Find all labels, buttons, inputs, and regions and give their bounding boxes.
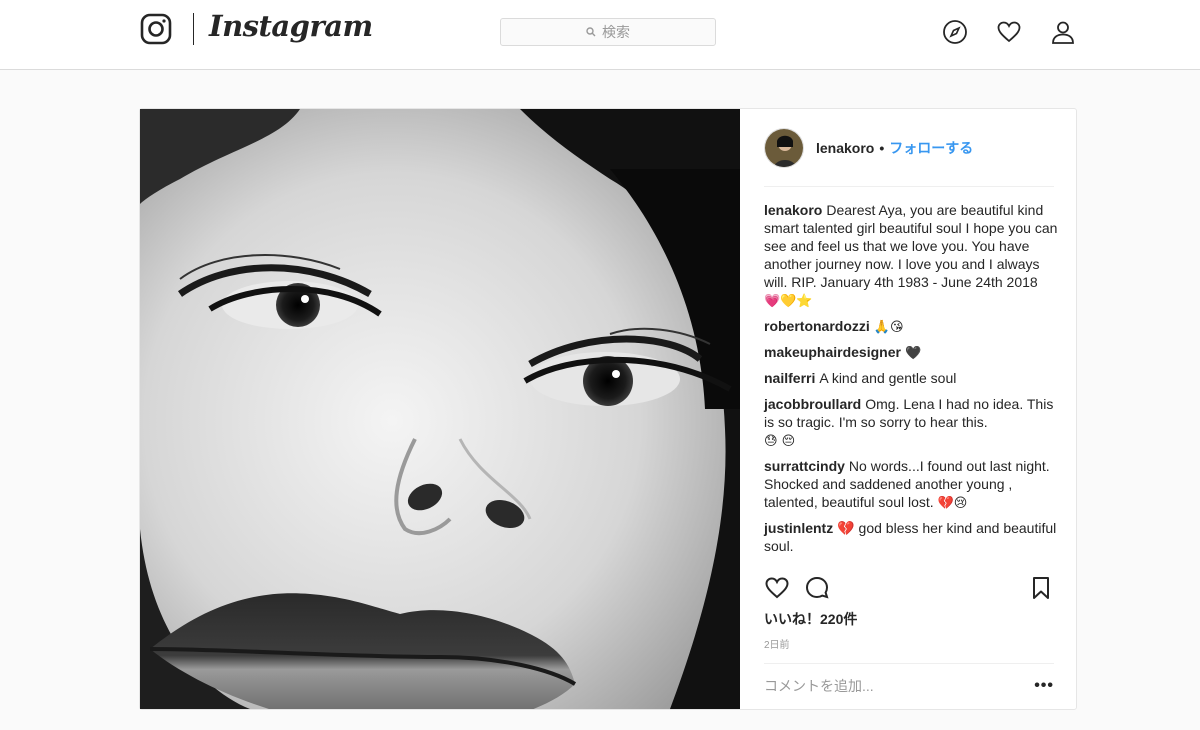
comment-username[interactable]: nailferri bbox=[764, 370, 815, 386]
comment-item: lenakoro Dearest Aya, you are beautiful k… bbox=[764, 201, 1060, 311]
comment-item: robertonardozzi 🙏😘 bbox=[764, 317, 1060, 337]
instagram-wordmark[interactable]: Instagram bbox=[209, 9, 373, 43]
post-timestamp: 2日前 bbox=[764, 640, 790, 651]
comment-username[interactable]: makeuphairdesigner bbox=[764, 344, 901, 360]
add-comment-input[interactable]: コメントを追加... bbox=[764, 676, 874, 696]
post-username[interactable]: lenakoro bbox=[816, 140, 874, 156]
user-icon[interactable] bbox=[1050, 19, 1076, 45]
post-photo[interactable] bbox=[140, 109, 740, 709]
more-options-button[interactable]: ••• bbox=[1034, 677, 1054, 695]
add-comment-bar: コメントを追加... ••• bbox=[764, 663, 1054, 707]
avatar[interactable] bbox=[764, 127, 804, 168]
comment-emoji: 😓 😔 bbox=[764, 434, 796, 449]
comment-item: surrattcindy No words...I found out last … bbox=[764, 457, 1060, 513]
comment-item: justinlentz 💔 god bless her kind and beau… bbox=[764, 519, 1060, 557]
bookmark-icon[interactable] bbox=[1028, 575, 1054, 601]
comment-emoji: 🙏😘 bbox=[873, 320, 904, 335]
comment-username[interactable]: robertonardozzi bbox=[764, 318, 870, 334]
avatar-image bbox=[765, 128, 803, 167]
top-navigation-bar: Instagram 検索 bbox=[0, 0, 1200, 70]
post-header: lenakoro • フォローする bbox=[764, 127, 1054, 187]
search-icon bbox=[586, 27, 596, 37]
comment-username[interactable]: surrattcindy bbox=[764, 458, 845, 474]
compass-icon[interactable] bbox=[942, 19, 968, 45]
follow-button[interactable]: フォローする bbox=[889, 138, 973, 158]
post-sidebar: lenakoro • フォローする lenakoro Dearest Aya, y… bbox=[740, 109, 1076, 709]
search-input[interactable]: 検索 bbox=[500, 18, 716, 46]
comment-text: A kind and gentle soul bbox=[819, 370, 957, 386]
comment-emoji: 💗💛⭐ bbox=[764, 294, 813, 309]
heart-icon[interactable] bbox=[996, 19, 1022, 45]
post-actions bbox=[764, 575, 1054, 603]
portrait-image bbox=[140, 109, 740, 709]
search-placeholder: 検索 bbox=[602, 24, 630, 40]
comment-emoji: 💔😢 bbox=[937, 496, 968, 511]
comment-emoji: 🖤 bbox=[904, 346, 922, 361]
comment-list: lenakoro Dearest Aya, you are beautiful k… bbox=[764, 201, 1060, 563]
comment-bubble-icon[interactable] bbox=[804, 575, 830, 601]
post-card: lenakoro • フォローする lenakoro Dearest Aya, y… bbox=[139, 108, 1077, 710]
comment-item: jacobbroullard Omg. Lena I had no idea. T… bbox=[764, 395, 1060, 451]
separator-dot: • bbox=[879, 139, 885, 156]
logo-divider bbox=[193, 13, 194, 45]
heart-outline-icon[interactable] bbox=[764, 575, 790, 601]
comment-username[interactable]: justinlentz bbox=[764, 520, 833, 536]
comment-item: nailferri A kind and gentle soul bbox=[764, 369, 1060, 389]
likes-count[interactable]: いいね！220件 bbox=[764, 609, 857, 629]
comment-username[interactable]: jacobbroullard bbox=[764, 396, 861, 412]
comment-username[interactable]: lenakoro bbox=[764, 202, 822, 218]
instagram-logo-icon[interactable] bbox=[140, 13, 172, 45]
comment-item: makeuphairdesigner 🖤 bbox=[764, 343, 1060, 363]
